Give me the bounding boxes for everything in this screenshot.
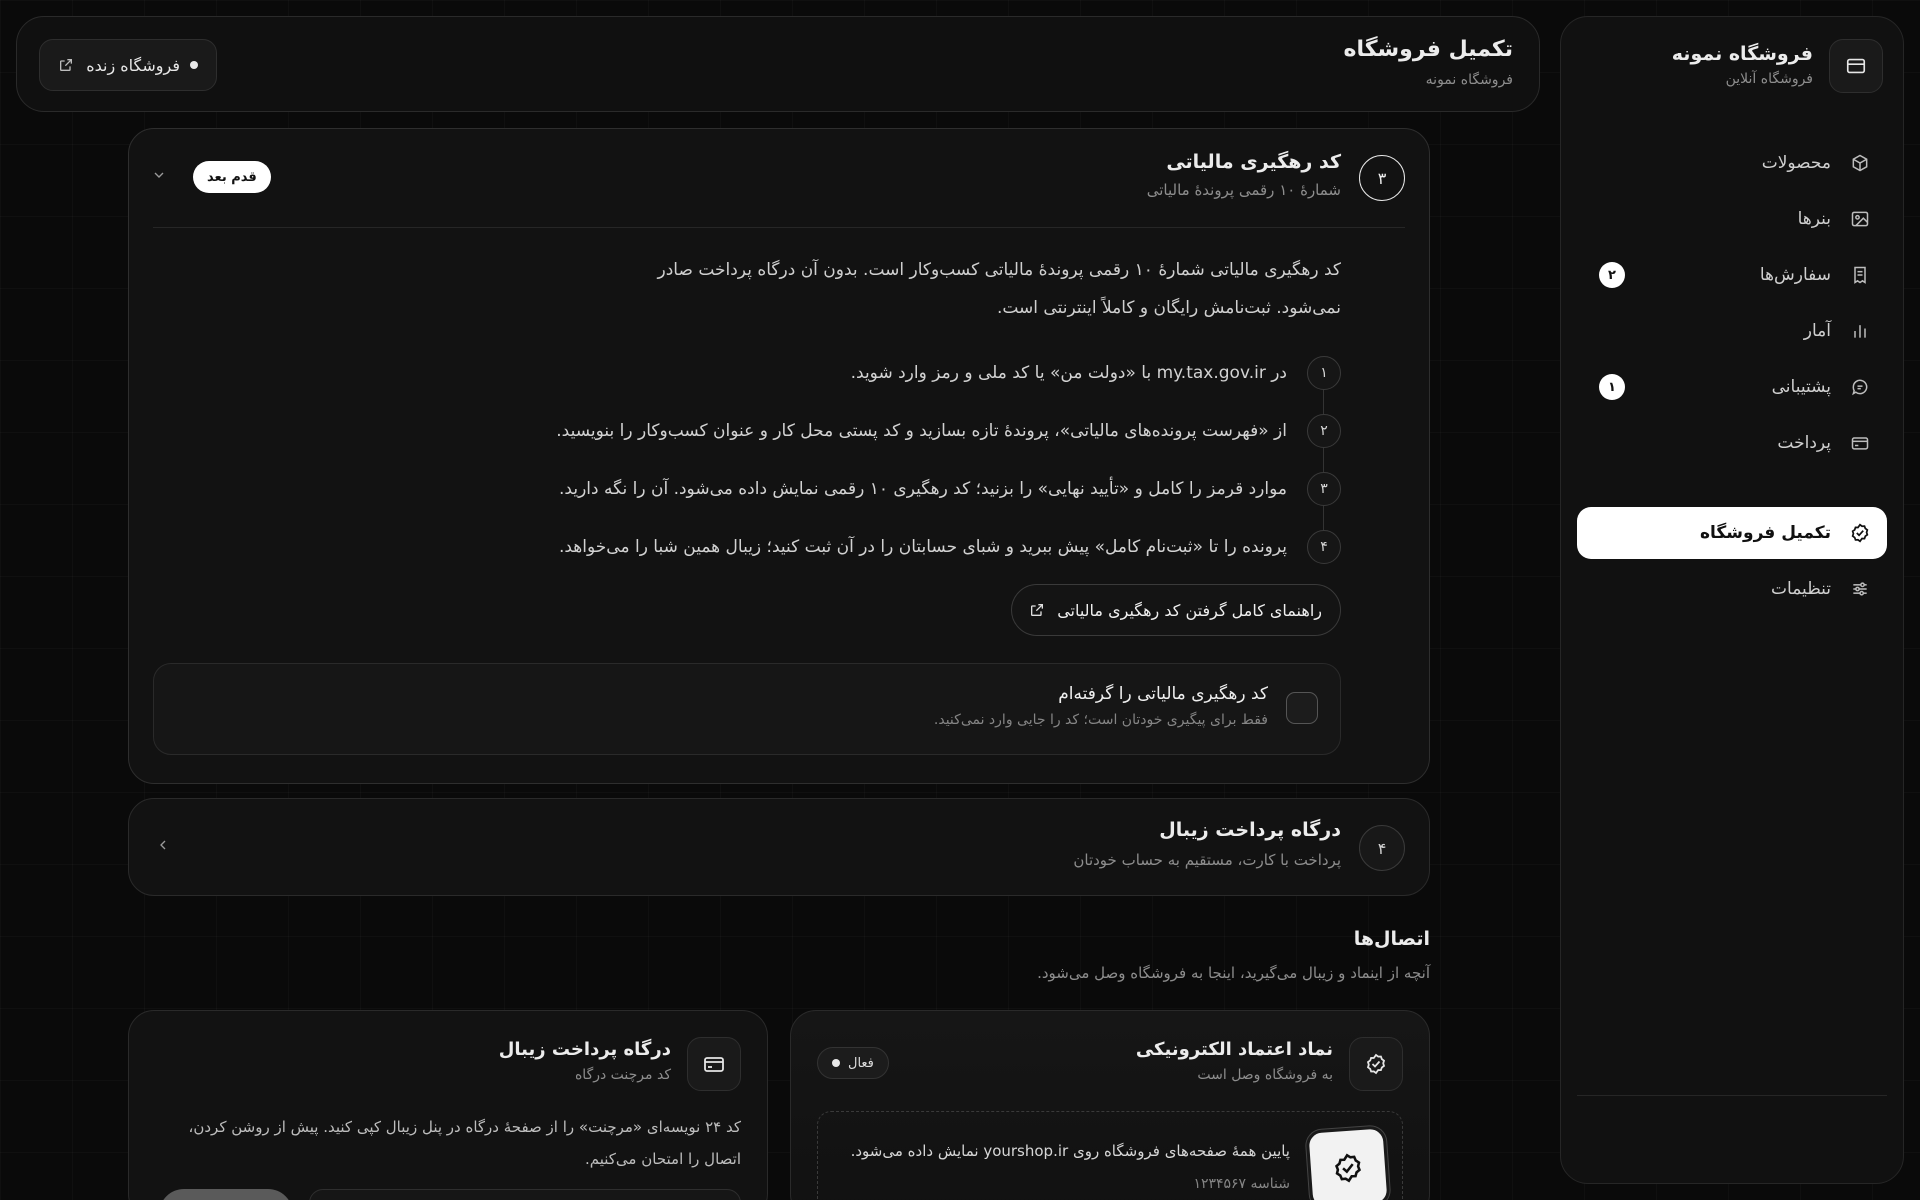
step-card-tax-code: ۳ کد رهگیری مالیاتی شمارهٔ ۱۰ رقمی پروند… — [128, 128, 1430, 784]
badge-check-icon — [1349, 1037, 1403, 1091]
support-count-badge: ۱ — [1599, 374, 1625, 400]
page-subtitle: فروشگاه نمونه — [1425, 72, 1513, 88]
app-root: فروشگاه نمونه فروشگاه آنلاین محصولات بنر… — [0, 0, 1920, 1200]
external-link-icon — [58, 57, 74, 73]
merchant-code-input[interactable] — [309, 1189, 741, 1200]
sidebar-item-stats[interactable]: آمار — [1577, 305, 1887, 357]
instruction-steps: ۱ در my.tax.gov.ir با «دولت من» یا کد مل… — [441, 353, 1341, 613]
tax-code-checkbox[interactable] — [1286, 692, 1318, 724]
sidebar-item-label: پرداخت — [1777, 433, 1831, 453]
sidebar-item-orders[interactable]: سفارش‌ها ۲ — [1577, 249, 1887, 301]
sidebar-item-label: پشتیبانی — [1771, 377, 1831, 397]
enamad-title: نماد اعتماد الکترونیکی — [1135, 1039, 1333, 1060]
tax-code-confirmation[interactable]: کد رهگیری مالیاتی را گرفته‌ام فقط برای پ… — [153, 663, 1341, 755]
step-description: کد رهگیری مالیاتی شمارهٔ ۱۰ رقمی پروندهٔ… — [657, 260, 1341, 318]
sidebar-item-label: محصولات — [1761, 153, 1831, 173]
sidebar-item-complete-store[interactable]: تکمیل فروشگاه — [1577, 507, 1887, 559]
enamad-subtitle: به فروشگاه وصل است — [1197, 1067, 1333, 1083]
instruction-step: ۱ در my.tax.gov.ir با «دولت من» یا کد مل… — [851, 355, 1341, 391]
sidebar-item-label: سفارش‌ها — [1759, 265, 1831, 285]
instruction-text: موارد قرمز را کامل و «تأیید نهایی» را بز… — [559, 479, 1287, 499]
instruction-number: ۳ — [1307, 472, 1341, 506]
gateway-title: درگاه پرداخت زیبال — [498, 1039, 671, 1060]
page-title: تکمیل فروشگاه — [1343, 37, 1513, 62]
chat-icon — [1847, 374, 1873, 400]
instruction-text: در my.tax.gov.ir با «دولت من» یا کد ملی … — [850, 363, 1287, 383]
brand-subtitle: فروشگاه آنلاین — [1725, 71, 1813, 87]
tax-guide-label: راهنمای کامل گرفتن کد رهگیری مالیاتی — [1057, 600, 1322, 620]
step-title: کد رهگیری مالیاتی — [1166, 151, 1341, 173]
confirmation-subtitle: فقط برای پیگیری خودتان است؛ کد را جایی و… — [933, 712, 1268, 728]
store-icon — [1829, 39, 1883, 93]
sidebar-divider — [1577, 1095, 1887, 1096]
badge-check-icon — [1847, 520, 1873, 546]
instruction-step: ۲ از «فهرست پرونده‌های مالیاتی»، پروندهٔ… — [556, 413, 1341, 449]
zibal-gateway-card: درگاه پرداخت زیبال کد مرچنت درگاه کد ۲۴ … — [128, 1010, 768, 1200]
instruction-step: ۳ موارد قرمز را کامل و «تأیید نهایی» را … — [559, 471, 1341, 507]
sidebar-item-support[interactable]: پشتیبانی ۱ — [1577, 361, 1887, 413]
status-dot — [190, 61, 198, 69]
divider — [153, 227, 1405, 228]
sidebar-item-products[interactable]: محصولات — [1577, 137, 1887, 189]
chevron-down-icon[interactable] — [151, 167, 167, 183]
live-store-button[interactable]: فروشگاه زنده — [39, 39, 217, 91]
sidebar-item-label: آمار — [1803, 321, 1831, 341]
instruction-step: ۴ پرونده را تا «ثبت‌نام کامل» پیش ببرید … — [559, 529, 1341, 565]
bar-chart-icon — [1847, 318, 1873, 344]
sidebar-item-label: بنرها — [1797, 209, 1831, 229]
gateway-subtitle: کد مرچنت درگاه — [574, 1067, 671, 1083]
instruction-number: ۴ — [1307, 530, 1341, 564]
enamad-preview: پایین همهٔ صفحه‌های فروشگاه روی yourshop… — [817, 1111, 1403, 1200]
brand: فروشگاه نمونه فروشگاه آنلاین — [1581, 39, 1883, 93]
gateway-description: کد ۲۴ نویسه‌ای «مرچنت» را از صفحهٔ درگاه… — [188, 1118, 742, 1168]
page-header: تکمیل فروشگاه فروشگاه نمونه فروشگاه زنده — [16, 16, 1540, 112]
instruction-text: از «فهرست پرونده‌های مالیاتی»، پروندهٔ ت… — [556, 421, 1287, 441]
instruction-number: ۲ — [1307, 414, 1341, 448]
sidebar-item-label: تکمیل فروشگاه — [1700, 523, 1831, 543]
step-subtitle: پرداخت با کارت، مستقیم به حساب خودتان — [1073, 851, 1341, 869]
image-icon — [1847, 206, 1873, 232]
enamad-display-text: پایین همهٔ صفحه‌های فروشگاه روی yourshop… — [850, 1142, 1290, 1160]
instruction-number: ۱ — [1307, 356, 1341, 390]
enamad-id: شناسه ۱۲۳۴۵۶۷ — [1193, 1176, 1290, 1192]
external-link-icon — [1029, 602, 1045, 618]
sidebar-item-label: تنظیمات — [1771, 579, 1831, 599]
credit-card-icon — [1847, 430, 1873, 456]
live-store-label: فروشگاه زنده — [86, 55, 180, 75]
step-subtitle: شمارهٔ ۱۰ رقمی پروندهٔ مالیاتی — [1146, 181, 1341, 199]
enamad-seal-icon — [1305, 1125, 1391, 1200]
sidebar-item-payment[interactable]: پرداخت — [1577, 417, 1887, 469]
connections-title: اتصال‌ها — [1353, 928, 1430, 950]
step-number: ۳ — [1359, 155, 1405, 201]
sidebar-item-banners[interactable]: بنرها — [1577, 193, 1887, 245]
connections-subtitle: آنچه از اینماد و زیبال می‌گیرید، اینجا ب… — [1037, 964, 1430, 982]
step-card-zibal-gateway[interactable]: ۴ درگاه پرداخت زیبال پرداخت با کارت، مست… — [128, 798, 1430, 896]
brand-title: فروشگاه نمونه — [1671, 43, 1813, 65]
timeline-line — [1323, 373, 1324, 549]
chevron-left-icon[interactable] — [155, 837, 171, 853]
next-step-badge: قدم بعد — [193, 161, 271, 193]
tax-guide-button[interactable]: راهنمای کامل گرفتن کد رهگیری مالیاتی — [1011, 584, 1341, 636]
box-icon — [1847, 150, 1873, 176]
enamad-card: نماد اعتماد الکترونیکی به فروشگاه وصل اس… — [790, 1010, 1430, 1200]
sidebar: فروشگاه نمونه فروشگاه آنلاین محصولات بنر… — [1560, 16, 1904, 1184]
step-title: درگاه پرداخت زیبال — [1159, 819, 1341, 841]
confirmation-title: کد رهگیری مالیاتی را گرفته‌ام — [1058, 684, 1268, 704]
instruction-text: پرونده را تا «ثبت‌نام کامل» پیش ببرید و … — [558, 537, 1287, 557]
sliders-icon — [1847, 576, 1873, 602]
status-badge: فعال — [817, 1047, 889, 1079]
step-number: ۴ — [1359, 825, 1405, 871]
receipt-icon — [1847, 262, 1873, 288]
status-dot — [832, 1059, 840, 1067]
orders-count-badge: ۲ — [1599, 262, 1625, 288]
sidebar-item-settings[interactable]: تنظیمات — [1577, 563, 1887, 615]
credit-card-icon — [687, 1037, 741, 1091]
test-connection-button[interactable] — [159, 1189, 293, 1200]
status-label: فعال — [848, 1055, 874, 1071]
